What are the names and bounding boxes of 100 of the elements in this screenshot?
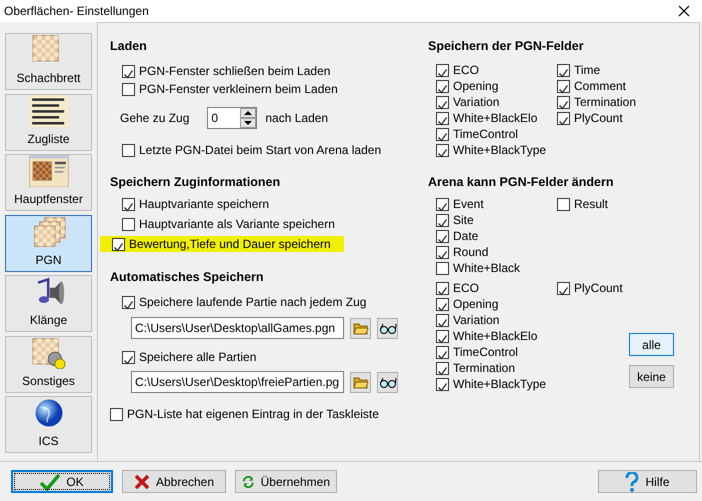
checkbox-label: Comment <box>574 78 626 94</box>
button[interactable]: alle <box>629 333 674 356</box>
checkbox[interactable] <box>436 214 449 226</box>
button[interactable]: Übernehmen <box>235 470 337 493</box>
sidebar-item[interactable]: PGN <box>5 214 92 272</box>
checkbox[interactable] <box>122 350 135 364</box>
path-field[interactable]: C:\Users\User\Desktop\allGames.pgn <box>131 317 344 339</box>
checkbox[interactable] <box>557 64 570 76</box>
checkbox-label: Time <box>574 62 600 78</box>
button[interactable]: keine <box>629 365 674 388</box>
checkbox-label: White+BlackType <box>453 376 546 392</box>
section-heading: Speichern der PGN-Felder <box>428 38 585 54</box>
button[interactable]: OK <box>11 470 113 493</box>
checkbox-label: Opening <box>453 78 498 94</box>
checkbox[interactable] <box>110 408 123 420</box>
checkbox[interactable] <box>557 80 570 92</box>
checkbox[interactable] <box>122 64 135 78</box>
checkbox-label: PlyCount <box>574 110 623 126</box>
checkbox[interactable] <box>436 198 449 210</box>
checkbox-label: Date <box>453 228 478 244</box>
section-heading: Laden <box>110 38 148 54</box>
folder-icon <box>352 322 368 334</box>
checkbox[interactable] <box>557 96 570 108</box>
checkbox[interactable] <box>436 378 449 390</box>
checkbox[interactable] <box>436 80 449 92</box>
sidebar-item[interactable]: Schachbrett <box>5 33 92 90</box>
sidebar-item[interactable]: Hauptfenster <box>5 154 92 211</box>
checkbox-label: PGN-Liste hat eigenen Eintrag in der Taskleiste <box>127 406 379 422</box>
checkbox[interactable] <box>557 198 570 210</box>
section-heading: Speichern Zuginformationen <box>110 174 282 190</box>
checkbox[interactable] <box>436 144 449 156</box>
checkbox-label: PGN-Fenster verkleinern beim Laden <box>139 81 338 97</box>
checkbox[interactable] <box>436 314 449 326</box>
spin-field[interactable]: 0 <box>207 107 258 129</box>
checkbox[interactable] <box>436 346 449 358</box>
checkbox[interactable] <box>436 230 449 242</box>
checkbox-label: TimeControl <box>453 344 518 360</box>
checkbox[interactable] <box>436 262 449 274</box>
checkbox-label: Speichere laufende Partie nach jedem Zug <box>139 294 366 310</box>
checkbox-label: PlyCount <box>574 280 623 296</box>
checkbox[interactable] <box>436 298 449 310</box>
glasses-icon <box>378 322 396 334</box>
checkbox-label: White+BlackType <box>453 142 546 158</box>
checkbox[interactable] <box>122 198 135 210</box>
view-button[interactable] <box>377 318 398 338</box>
checkbox[interactable] <box>436 64 449 76</box>
checkbox-label: Round <box>453 244 488 260</box>
checkbox-label: TimeControl <box>453 126 518 142</box>
button[interactable]: Abbrechen <box>122 470 226 493</box>
checkbox[interactable] <box>122 296 135 308</box>
checkbox-label: Bewertung,Tiefe und Dauer speichern <box>129 236 331 252</box>
button[interactable]: Hilfe <box>598 470 697 493</box>
sidebar-item[interactable]: ICS <box>5 396 92 453</box>
check-icon <box>40 472 60 490</box>
checkbox-label: Letzte PGN-Datei beim Start von Arena laden <box>139 142 382 158</box>
checkbox-label: Speichere alle Partien <box>139 349 256 365</box>
checkbox[interactable] <box>436 96 449 108</box>
browse-button[interactable] <box>350 318 371 338</box>
checkbox-label: ECO <box>453 280 480 296</box>
browse-button[interactable] <box>350 372 371 392</box>
sidebar-item[interactable]: Zugliste <box>5 94 92 150</box>
checkbox-label: Site <box>453 212 474 228</box>
checkbox[interactable] <box>122 82 135 96</box>
checkbox-label: Hauptvariante als Variante speichern <box>139 216 335 232</box>
checkbox-label: PGN-Fenster schließen beim Laden <box>139 63 330 79</box>
checkbox[interactable] <box>436 246 449 258</box>
checkbox-label: Variation <box>453 94 500 110</box>
field-label: nach Laden <box>265 110 328 127</box>
glasses-icon <box>378 376 396 388</box>
checkbox-label: Termination <box>453 360 516 376</box>
checkbox-label: White+BlackElo <box>453 110 538 126</box>
spin-arrows-icon[interactable] <box>240 108 256 128</box>
field-label: Gehe zu Zug <box>120 110 190 127</box>
checkbox[interactable] <box>557 112 570 124</box>
checkbox[interactable] <box>436 112 449 124</box>
checkbox[interactable] <box>436 362 449 374</box>
checkbox[interactable] <box>436 330 449 342</box>
checkbox[interactable] <box>112 238 125 250</box>
checkbox-label: Opening <box>453 296 498 312</box>
checkbox[interactable] <box>557 282 570 294</box>
sidebar-item[interactable]: Klänge <box>5 275 92 332</box>
path-field[interactable]: C:\Users\User\Desktop\freiePartien.pg <box>131 371 344 393</box>
checkbox[interactable] <box>122 218 135 230</box>
checkbox-label: Termination <box>574 94 636 110</box>
close-icon[interactable] <box>678 5 690 17</box>
help-icon <box>625 472 640 492</box>
checkbox[interactable] <box>436 128 449 140</box>
cross-icon <box>134 474 150 490</box>
checkbox-label: Variation <box>453 312 500 328</box>
checkbox-label: Result <box>574 196 608 212</box>
checkbox-label: Hauptvariante speichern <box>139 196 270 212</box>
checkbox[interactable] <box>122 144 135 156</box>
sidebar-item[interactable]: Sonstiges <box>5 336 92 392</box>
window-title: Oberflächen- Einstellungen <box>4 3 150 20</box>
checkbox-label: White+Black <box>453 260 520 276</box>
view-button[interactable] <box>377 372 398 392</box>
checkbox-label: Event <box>453 196 484 212</box>
checkbox-label: White+BlackElo <box>453 328 538 344</box>
checkbox[interactable] <box>436 282 449 294</box>
section-heading: Automatisches Speichern <box>110 269 265 285</box>
